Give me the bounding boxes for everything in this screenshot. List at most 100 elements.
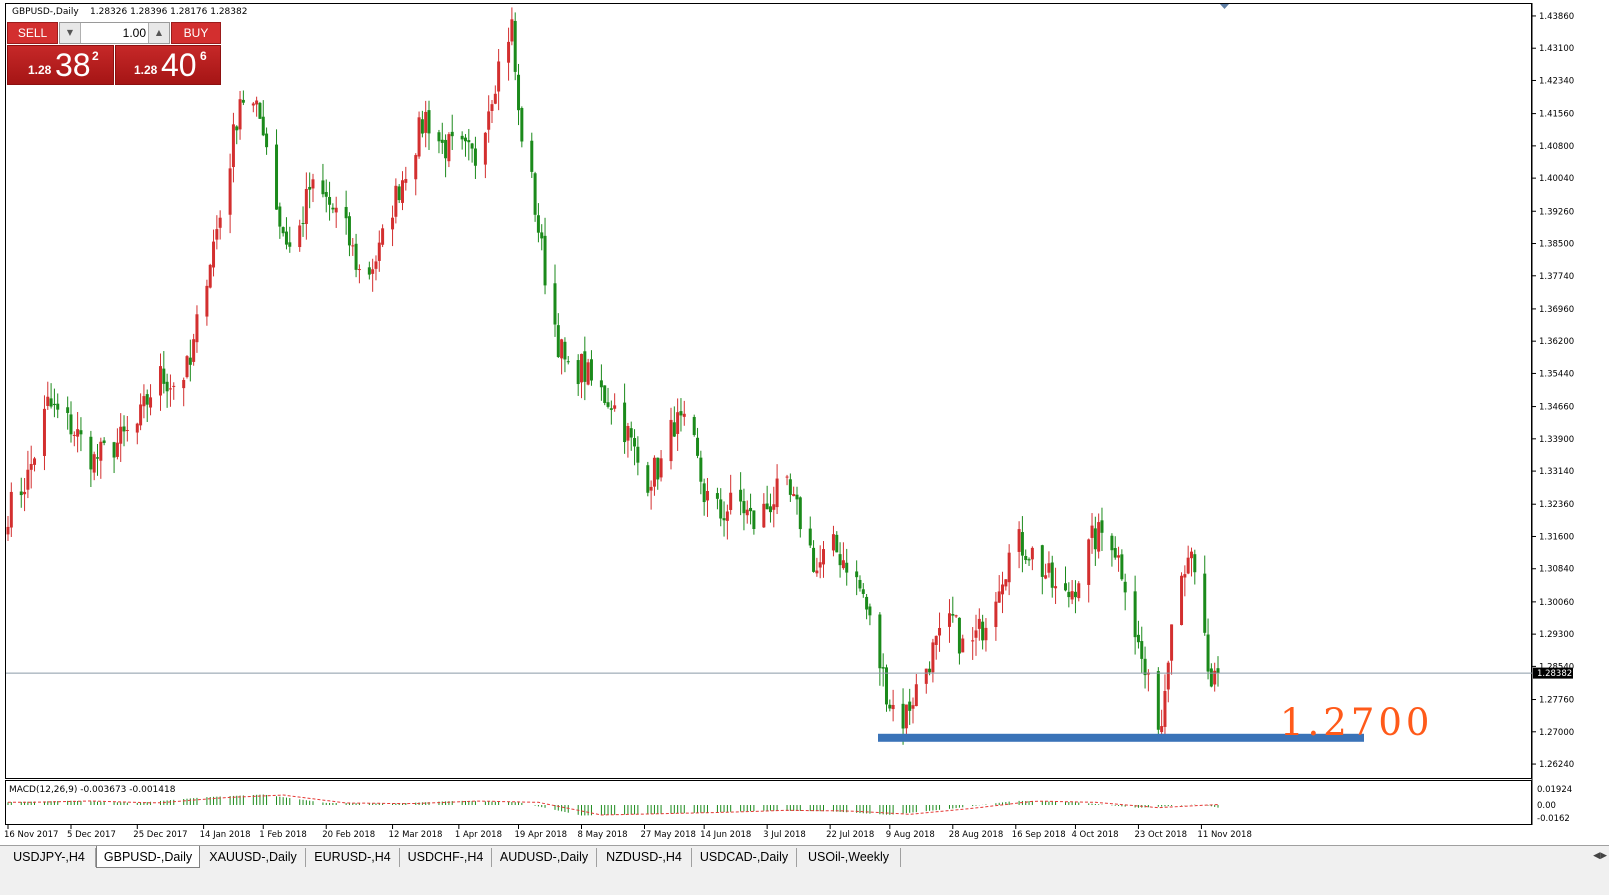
candle-body (1027, 559, 1031, 561)
candle-body (251, 103, 255, 106)
chart-title: GBPUSD-,Daily (12, 7, 79, 17)
candle-body (1156, 671, 1160, 730)
candle-body (165, 381, 169, 392)
candle-body (957, 617, 961, 654)
tab-eurusd-h4[interactable]: EURUSD-,H4 (306, 848, 400, 867)
candle-body (145, 394, 149, 405)
candle-body (752, 510, 756, 529)
candle-body (158, 366, 162, 396)
candle-body (298, 225, 302, 248)
candle-body (42, 408, 46, 456)
chart-window[interactable]: GBPUSD-,Daily 1.28326 1.28396 1.28176 1.… (0, 0, 1609, 845)
lot-size-stepper[interactable]: ▼ ▲ (59, 22, 170, 44)
candle-body (135, 423, 139, 433)
candle-body (702, 483, 706, 503)
time-tick-label: 25 Dec 2017 (133, 830, 187, 840)
candle-body (914, 684, 918, 707)
candle-body (788, 479, 792, 495)
time-tick-label: 28 Aug 2018 (949, 830, 1003, 840)
candle-body (1216, 668, 1220, 674)
price-chart[interactable]: GBPUSD-,Daily 1.28326 1.28396 1.28176 1.… (0, 0, 1609, 845)
candle-body (934, 635, 938, 645)
candle-body (792, 494, 796, 497)
candle-body (845, 562, 849, 573)
candle-body (961, 638, 965, 653)
candle-body (142, 396, 146, 407)
candle-body (52, 403, 56, 406)
price-tick-label: 1.36200 (1539, 337, 1574, 347)
candle-body (1160, 726, 1164, 733)
candle-body (997, 591, 1001, 603)
time-tick-label: 20 Feb 2018 (322, 830, 375, 840)
candle-body (626, 426, 630, 441)
tab-scroll-icon[interactable]: ◀▶ (1593, 851, 1607, 861)
time-axis-ticks: 16 Nov 2017 5 Dec 2017 25 Dec 2017 14 Jan 2… (4, 825, 1252, 840)
sell-button[interactable]: SELL (7, 22, 58, 44)
candle-body (580, 353, 584, 383)
tab-usdcad-daily[interactable]: USDCAD-,Daily (692, 848, 797, 867)
status-strip (0, 870, 1609, 895)
lot-increase-icon[interactable]: ▲ (148, 23, 169, 43)
candle-body (563, 341, 567, 360)
candle-body (76, 429, 80, 437)
candle-body (705, 491, 709, 501)
buy-button[interactable]: BUY (171, 22, 221, 44)
candle-body (1170, 624, 1174, 661)
candle-body (275, 144, 279, 210)
candle-body (437, 132, 441, 142)
candle-body (72, 434, 76, 436)
candle-body (719, 499, 723, 519)
tab-xauusd-daily[interactable]: XAUUSD-,Daily (201, 848, 306, 867)
tab-usdchf-h4[interactable]: USDCHF-,H4 (400, 848, 492, 867)
candle-body (255, 100, 259, 105)
candle-body (205, 285, 209, 317)
candle-body (947, 613, 951, 627)
time-tick-label: 27 May 2018 (640, 830, 695, 840)
candle-body (715, 493, 719, 499)
candle-body (324, 192, 328, 197)
candle-body (1073, 591, 1077, 598)
candle-body (1206, 634, 1210, 672)
candle-body (115, 442, 119, 457)
candle-body (576, 360, 580, 385)
sell-price-prefix: 1.28 (28, 63, 52, 77)
candle-body (510, 19, 514, 42)
candle-body (258, 102, 262, 119)
price-tick-label: 1.36960 (1539, 305, 1574, 315)
candle-body (795, 494, 799, 500)
candle-body (1163, 690, 1167, 727)
candle-body (636, 446, 640, 463)
macd-axis-bottom: -0.0162 (1537, 814, 1570, 824)
buy-price-display[interactable]: 1.28 40 6 (115, 45, 221, 85)
tab-audusd-daily[interactable]: AUDUSD-,Daily (492, 848, 597, 867)
lot-decrease-icon[interactable]: ▼ (60, 23, 81, 43)
sell-price-display[interactable]: 1.28 38 2 (7, 45, 114, 85)
candle-body (908, 701, 912, 711)
candle-body (822, 549, 826, 565)
candle-body (868, 606, 872, 616)
main-panel-border (5, 3, 1532, 779)
candle-body (507, 41, 511, 63)
tab-usoil-weekly[interactable]: USOil-,Weekly (797, 848, 901, 867)
candle-body (490, 104, 494, 111)
candle-body (589, 359, 593, 381)
candle-body (1024, 555, 1028, 561)
time-tick-label: 22 Jul 2018 (826, 830, 874, 840)
tab-usdjpy-h4[interactable]: USDJPY-,H4 (3, 848, 96, 867)
candle-body (1133, 591, 1137, 638)
candle-body (1183, 574, 1187, 578)
candle-body (56, 403, 60, 410)
candle-body (838, 554, 842, 566)
candle-body (308, 186, 312, 190)
candle-body (1047, 563, 1051, 573)
candle-body (1077, 583, 1081, 599)
candle-body (371, 269, 375, 274)
tab-nzdusd-h4[interactable]: NZDUSD-,H4 (597, 848, 692, 867)
candle-body (1193, 554, 1197, 573)
lot-size-input[interactable] (82, 24, 146, 42)
candle-body (139, 404, 143, 426)
candle-body (238, 99, 242, 130)
candle-body (679, 411, 683, 416)
tab-gbpusd-daily[interactable]: GBPUSD-,Daily (96, 846, 200, 868)
candle-body (195, 314, 199, 343)
